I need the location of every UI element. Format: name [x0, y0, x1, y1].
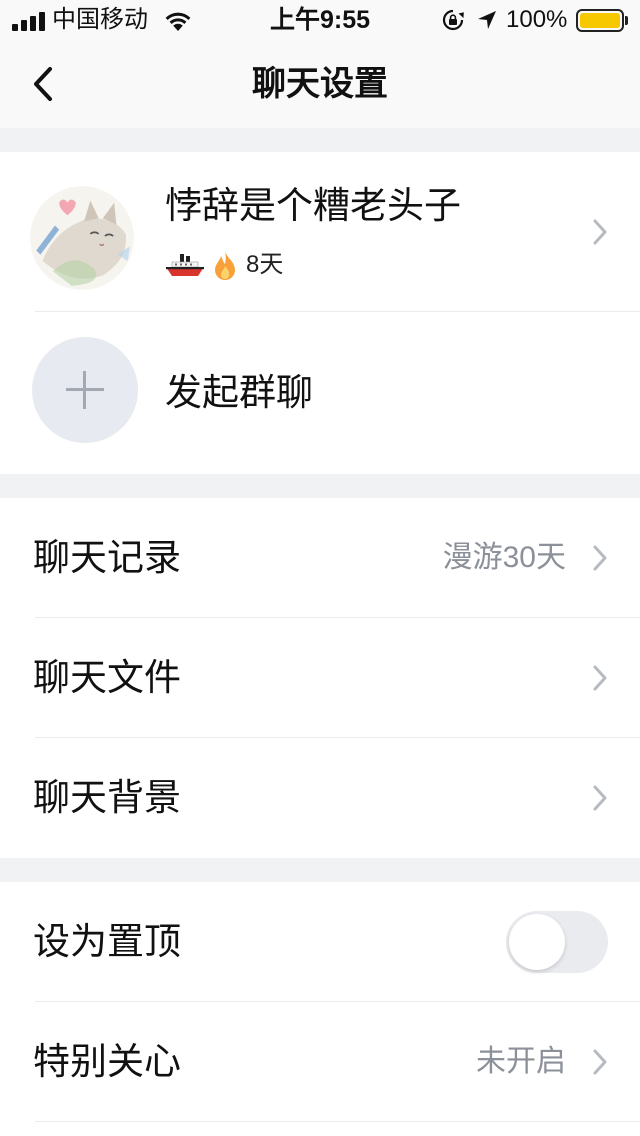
row-label: 聊天记录: [33, 537, 181, 578]
settings-group: 设为置顶 特别关心 未开启: [0, 882, 640, 1136]
row-label: 特别关心: [33, 1041, 181, 1082]
battery-icon: [576, 9, 624, 32]
section-gap: [0, 128, 640, 152]
status-bar: 中国移动 上午9:55 100%: [0, 0, 640, 40]
chat-streak-days: 8天: [246, 251, 284, 278]
page-title: 聊天设置: [252, 65, 388, 103]
settings-group: 聊天记录 漫游30天 聊天文件 聊天背景: [0, 498, 640, 858]
chevron-right-icon: [593, 785, 607, 811]
special-care-row[interactable]: 特别关心 未开启: [0, 1002, 640, 1122]
chevron-right-icon: [593, 545, 607, 571]
contact-profile-row[interactable]: 悖辞是个糟老头子 8天: [0, 152, 640, 312]
plus-icon[interactable]: [32, 337, 138, 443]
chevron-right-icon: [593, 219, 607, 245]
plus-bar: [83, 371, 86, 409]
battery-percent: 100%: [506, 6, 568, 33]
contact-badges: 8天: [165, 250, 283, 280]
chat-files-row[interactable]: 聊天文件: [0, 618, 640, 738]
row-label: 聊天文件: [33, 657, 181, 698]
row-label: 设为置顶: [33, 921, 181, 962]
contact-name: 悖辞是个糟老头子: [165, 185, 461, 226]
start-group-chat-row[interactable]: 发起群聊: [0, 312, 640, 474]
flame-icon: [215, 251, 235, 280]
cat-avatar-icon[interactable]: [30, 186, 134, 290]
contact-section: 悖辞是个糟老头子 8天 发起群聊: [0, 152, 640, 474]
row-label: 聊天背景: [33, 777, 181, 818]
section-gap: [0, 474, 640, 498]
toggle-knob: [509, 914, 565, 970]
pin-to-top-row: 设为置顶: [0, 882, 640, 1002]
row-value: 未开启: [476, 1045, 566, 1078]
chevron-right-icon: [593, 1049, 607, 1075]
chat-history-row[interactable]: 聊天记录 漫游30天: [0, 498, 640, 618]
section-gap: [0, 858, 640, 882]
header: 中国移动 上午9:55 100% 聊天设置: [0, 0, 640, 128]
nav-bar: 聊天设置: [0, 40, 640, 128]
rotation-lock-icon: [442, 9, 464, 31]
chevron-right-icon: [593, 665, 607, 691]
list-continuation: [0, 1122, 640, 1136]
pin-to-top-toggle[interactable]: [506, 911, 608, 973]
chat-background-row[interactable]: 聊天背景: [0, 738, 640, 858]
battery-terminal: [625, 16, 628, 25]
location-arrow-icon: [478, 11, 496, 29]
ship-icon: [166, 254, 204, 276]
battery-level-fill: [580, 13, 620, 28]
start-group-chat-label: 发起群聊: [165, 372, 313, 413]
row-value: 漫游30天: [442, 541, 566, 574]
divider: [35, 1121, 640, 1122]
